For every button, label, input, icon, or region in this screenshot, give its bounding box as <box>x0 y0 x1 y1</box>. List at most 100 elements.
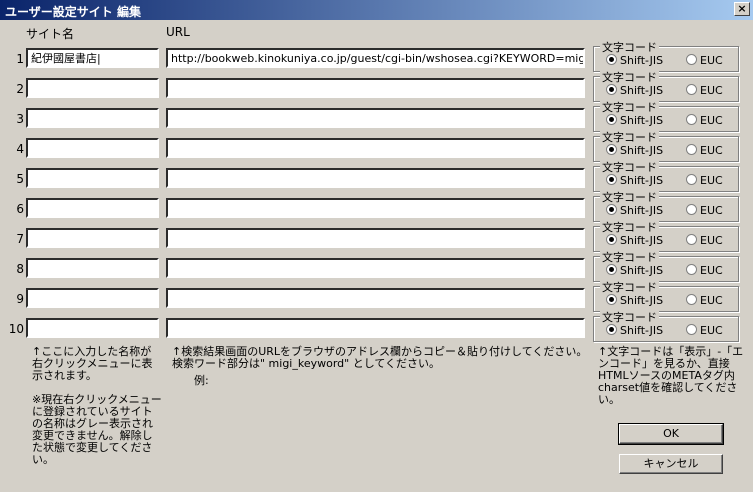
url-input[interactable] <box>166 78 585 98</box>
url-input[interactable] <box>166 168 585 188</box>
url-input[interactable] <box>166 138 585 158</box>
site-name-input[interactable] <box>26 198 159 218</box>
shift-jis-label: Shift-JIS <box>620 84 664 97</box>
euc-radio[interactable]: EUC <box>686 54 723 67</box>
shift-jis-label: Shift-JIS <box>620 324 664 337</box>
row-number: 4 <box>16 142 24 156</box>
url-input[interactable]: http://bookweb.kinokuniya.co.jp/guest/cg… <box>166 48 585 68</box>
euc-label: EUC <box>700 204 723 217</box>
url-input[interactable] <box>166 258 585 278</box>
euc-label: EUC <box>700 234 723 247</box>
row-number: 7 <box>16 232 24 246</box>
url-input[interactable] <box>166 108 585 128</box>
name-note: ↑ここに入力した名称が右クリックメニューに表示されます。 <box>32 345 153 382</box>
shift-jis-radio[interactable]: Shift-JIS <box>606 234 663 247</box>
euc-radio[interactable]: EUC <box>686 174 723 187</box>
shift-jis-label: Shift-JIS <box>620 204 664 217</box>
radio-indicator[interactable] <box>606 204 617 215</box>
url-input[interactable] <box>166 288 585 308</box>
site-name-input[interactable] <box>26 318 159 338</box>
euc-label: EUC <box>700 54 723 67</box>
euc-radio[interactable]: EUC <box>686 204 723 217</box>
shift-jis-radio[interactable]: Shift-JIS <box>606 264 663 277</box>
euc-radio[interactable]: EUC <box>686 294 723 307</box>
site-name-input[interactable] <box>26 258 159 278</box>
encoding-legend: 文字コード <box>600 219 659 235</box>
row-number: 9 <box>16 292 24 306</box>
euc-label: EUC <box>700 324 723 337</box>
euc-radio[interactable]: EUC <box>686 84 723 97</box>
radio-indicator[interactable] <box>606 84 617 95</box>
site-name-input[interactable] <box>26 168 159 188</box>
shift-jis-label: Shift-JIS <box>620 54 664 67</box>
radio-indicator[interactable] <box>606 234 617 245</box>
gray-note: ※現在右クリックメニューに登録されているサイトの名称はグレー表示され変更できませ… <box>32 393 162 466</box>
shift-jis-label: Shift-JIS <box>620 174 664 187</box>
shift-jis-radio[interactable]: Shift-JIS <box>606 144 663 157</box>
shift-jis-radio[interactable]: Shift-JIS <box>606 84 663 97</box>
site-name-input[interactable] <box>26 138 159 158</box>
url-input[interactable] <box>166 318 585 338</box>
euc-radio[interactable]: EUC <box>686 234 723 247</box>
window-title: ユーザー設定サイト 編集 <box>5 5 141 19</box>
euc-radio[interactable]: EUC <box>686 324 723 337</box>
euc-radio[interactable]: EUC <box>686 114 723 127</box>
site-name-input[interactable] <box>26 108 159 128</box>
radio-indicator[interactable] <box>686 204 697 215</box>
radio-indicator[interactable] <box>606 264 617 275</box>
site-name-input[interactable] <box>26 228 159 248</box>
url-input[interactable] <box>166 228 585 248</box>
row-number: 6 <box>16 202 24 216</box>
encoding-legend: 文字コード <box>600 279 659 295</box>
radio-indicator[interactable] <box>606 174 617 185</box>
close-button[interactable]: × <box>734 2 750 16</box>
title-bar: ユーザー設定サイト 編集 × <box>0 0 753 20</box>
encoding-group: 文字コード Shift-JIS EUC <box>593 309 739 342</box>
ok-button[interactable]: OK <box>618 423 724 445</box>
radio-indicator[interactable] <box>686 84 697 95</box>
euc-label: EUC <box>700 174 723 187</box>
site-name-input[interactable]: 紀伊國屋書店| <box>26 48 159 68</box>
radio-indicator[interactable] <box>686 114 697 125</box>
row-number: 2 <box>16 82 24 96</box>
site-name-input[interactable] <box>26 288 159 308</box>
shift-jis-label: Shift-JIS <box>620 234 664 247</box>
radio-indicator[interactable] <box>686 324 697 335</box>
encoding-legend: 文字コード <box>600 129 659 145</box>
url-header: URL <box>166 25 190 39</box>
euc-label: EUC <box>700 84 723 97</box>
radio-indicator[interactable] <box>606 144 617 155</box>
shift-jis-radio[interactable]: Shift-JIS <box>606 174 663 187</box>
row-number: 10 <box>8 322 24 336</box>
row-number: 8 <box>16 262 24 276</box>
site-name-input[interactable] <box>26 78 159 98</box>
radio-indicator[interactable] <box>606 54 617 65</box>
site-row: 10 文字コード Shift-JIS EUC <box>0 309 753 348</box>
example-label: 例: <box>194 374 209 387</box>
shift-jis-radio[interactable]: Shift-JIS <box>606 294 663 307</box>
url-input[interactable] <box>166 198 585 218</box>
euc-radio[interactable]: EUC <box>686 264 723 277</box>
encoding-legend: 文字コード <box>600 189 659 205</box>
cancel-button[interactable]: キャンセル <box>619 454 723 474</box>
shift-jis-label: Shift-JIS <box>620 114 664 127</box>
shift-jis-radio[interactable]: Shift-JIS <box>606 324 663 337</box>
radio-indicator[interactable] <box>686 264 697 275</box>
radio-indicator[interactable] <box>686 144 697 155</box>
radio-indicator[interactable] <box>606 294 617 305</box>
row-number: 5 <box>16 172 24 186</box>
shift-jis-radio[interactable]: Shift-JIS <box>606 54 663 67</box>
url-note-2: 検索ワード部分は" migi_keyword" としてください。 <box>172 357 441 370</box>
shift-jis-radio[interactable]: Shift-JIS <box>606 114 663 127</box>
radio-indicator[interactable] <box>686 54 697 65</box>
encoding-legend: 文字コード <box>600 309 659 325</box>
encoding-legend: 文字コード <box>600 249 659 265</box>
radio-indicator[interactable] <box>686 294 697 305</box>
shift-jis-radio[interactable]: Shift-JIS <box>606 204 663 217</box>
radio-indicator[interactable] <box>606 114 617 125</box>
euc-radio[interactable]: EUC <box>686 144 723 157</box>
euc-label: EUC <box>700 114 723 127</box>
radio-indicator[interactable] <box>686 174 697 185</box>
radio-indicator[interactable] <box>686 234 697 245</box>
radio-indicator[interactable] <box>606 324 617 335</box>
